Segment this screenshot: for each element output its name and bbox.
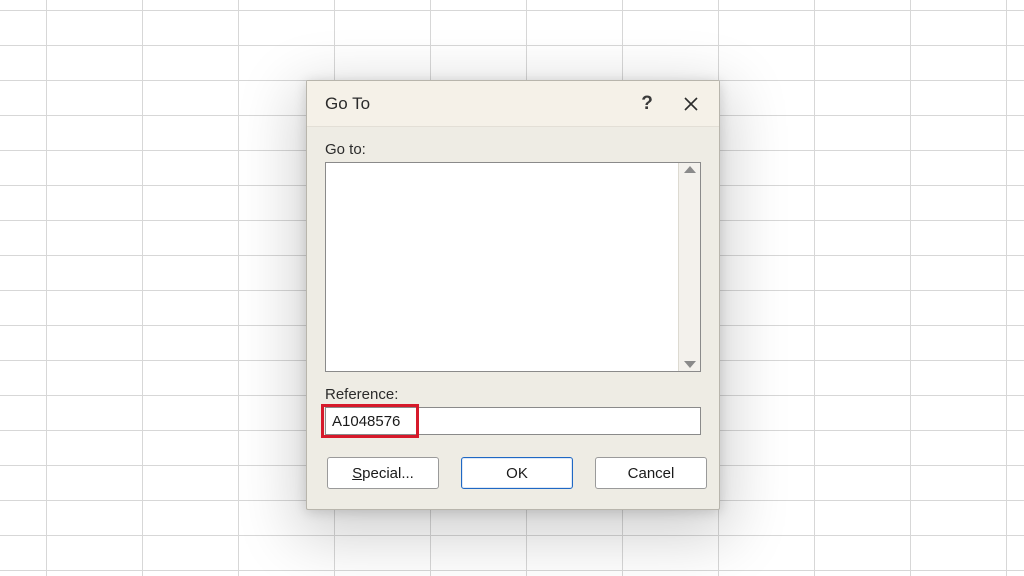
- goto-list-area[interactable]: [326, 163, 678, 371]
- special-accel: S: [352, 465, 362, 482]
- special-button[interactable]: Special...: [327, 457, 439, 489]
- scroll-down-icon[interactable]: [684, 361, 696, 368]
- goto-scrollbar[interactable]: [678, 163, 700, 371]
- reference-field-wrap: [325, 407, 701, 435]
- go-to-dialog: Go To ? Go to: Reference: Special...: [306, 80, 720, 510]
- dialog-buttons: Special... OK Cancel: [325, 457, 701, 491]
- ok-label: OK: [506, 465, 528, 482]
- ok-button[interactable]: OK: [461, 457, 573, 489]
- reference-label: Reference:: [325, 386, 701, 403]
- help-button[interactable]: ?: [625, 84, 669, 124]
- close-icon: [684, 97, 698, 111]
- goto-listbox[interactable]: [325, 162, 701, 372]
- cancel-button[interactable]: Cancel: [595, 457, 707, 489]
- reference-input[interactable]: [325, 407, 701, 435]
- cancel-label: Cancel: [628, 465, 675, 482]
- dialog-titlebar: Go To ?: [307, 81, 719, 127]
- goto-label: Go to:: [325, 141, 701, 158]
- dialog-title: Go To: [325, 94, 625, 114]
- dialog-body: Go to: Reference: Special... OK Cancel: [307, 127, 719, 509]
- scroll-up-icon[interactable]: [684, 166, 696, 173]
- special-rest: pecial...: [362, 465, 414, 482]
- close-button[interactable]: [669, 84, 713, 124]
